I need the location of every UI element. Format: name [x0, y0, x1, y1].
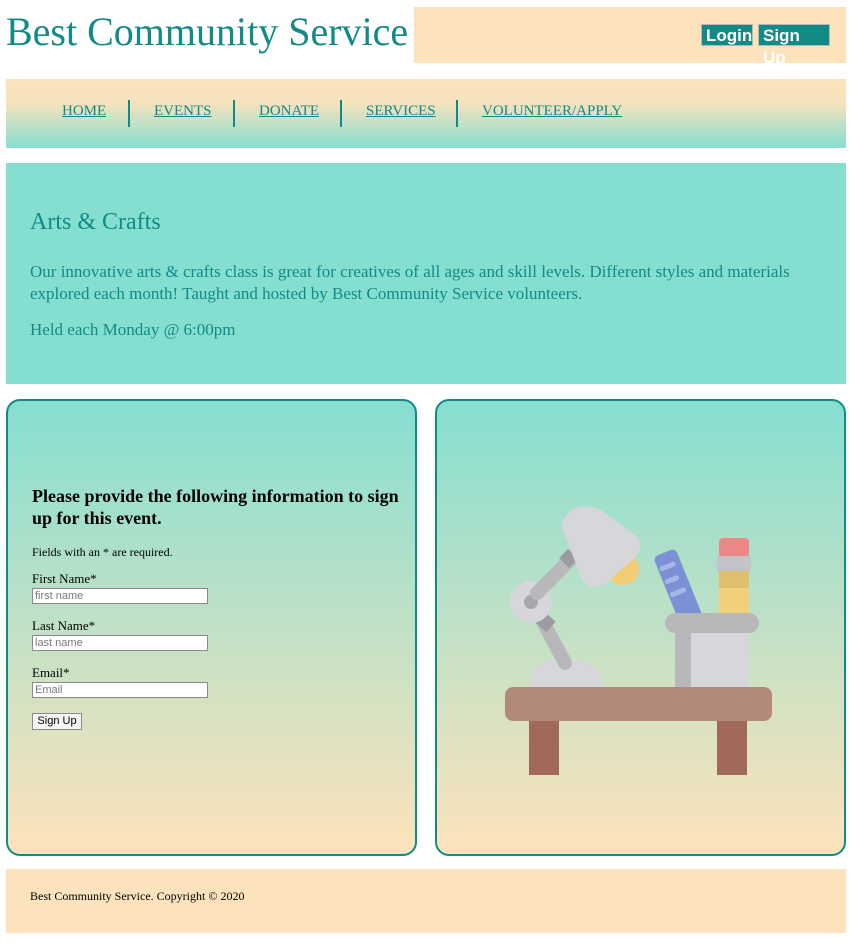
nav-divider [233, 100, 235, 127]
desk-lamp-pencil-cup-icon [505, 506, 772, 775]
event-title: Arts & Crafts [30, 209, 161, 235]
auth-bar: Login Sign Up [414, 7, 846, 67]
copyright-text: Best Community Service. Copyright © 2020 [30, 889, 245, 903]
signup-submit-button[interactable]: Sign Up [32, 713, 82, 730]
login-button[interactable]: Login [701, 24, 753, 46]
illustration-card [435, 399, 846, 856]
nav-item-donate[interactable]: DONATE [259, 103, 319, 120]
event-description: Our innovative arts & crafts class is gr… [30, 262, 790, 303]
event-hero: Arts & Crafts Our innovative arts & craf… [6, 163, 846, 384]
last-name-label: Last Name* [32, 618, 96, 633]
nav-divider [340, 100, 342, 127]
nav-item-home[interactable]: HOME [62, 103, 106, 120]
signup-button[interactable]: Sign Up [758, 24, 830, 67]
event-schedule: Held each Monday @ 6:00pm [30, 320, 236, 339]
form-heading: Please provide the following information… [32, 486, 399, 528]
nav-divider [456, 100, 458, 127]
footer: Best Community Service. Copyright © 2020 [6, 869, 846, 933]
first-name-field[interactable] [32, 588, 208, 604]
nav-item-volunteer-apply[interactable]: VOLUNTEER/APPLY [482, 103, 622, 120]
nav-divider [128, 100, 130, 127]
site-title: Best Community Service [6, 9, 409, 54]
required-note: Fields with an * are required. [32, 545, 173, 559]
first-name-label: First Name* [32, 571, 97, 586]
signup-form-card: Please provide the following information… [6, 399, 417, 856]
main-nav: HOME EVENTS DONATE SERVICES VOLUNTEER/AP… [6, 79, 846, 148]
email-label: Email* [32, 665, 70, 680]
last-name-field[interactable] [32, 635, 208, 651]
nav-item-events[interactable]: EVENTS [154, 103, 212, 120]
nav-item-services[interactable]: SERVICES [366, 103, 436, 120]
email-field[interactable] [32, 682, 208, 698]
